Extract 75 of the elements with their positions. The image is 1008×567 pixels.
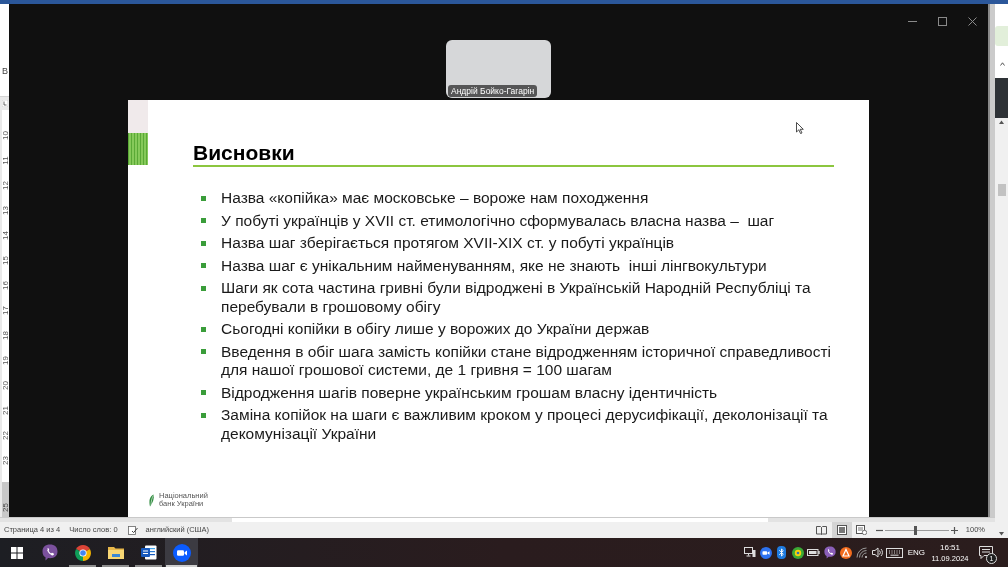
input-language[interactable]: ENG: [907, 547, 925, 558]
caret-icon[interactable]: [1000, 62, 1005, 66]
bullet-text: Назва шаг є унікальним найменуванням, яке не знають інші лінгвокультури: [221, 256, 768, 275]
accent-block: [128, 100, 148, 133]
bluetooth-icon[interactable]: [777, 546, 787, 559]
bullet-icon: [201, 263, 206, 268]
slide-title: Висновки: [193, 141, 296, 165]
scroll-down-icon[interactable]: [999, 532, 1004, 536]
ruler-number: 12: [2, 180, 9, 190]
bullet-icon: [201, 390, 206, 395]
scrollbar-thumb[interactable]: [997, 184, 1006, 196]
color-wheel-icon: [74, 544, 91, 561]
bullet-text: Відродження шагів поверне українським грошам власну ідентичність: [221, 383, 719, 402]
web-page-icon: [856, 525, 868, 535]
bullet-icon: [201, 285, 206, 291]
ruler-number: 25: [2, 503, 9, 512]
camera-circle-icon[interactable]: [759, 546, 772, 559]
close-icon[interactable]: [967, 16, 977, 26]
leaf-logo-icon: [148, 493, 155, 507]
ruler-number: 18: [2, 330, 9, 340]
battery-icon[interactable]: [807, 549, 821, 556]
ruler-number: 22: [2, 430, 9, 440]
zoom-slider[interactable]: [884, 525, 949, 535]
folder-icon: [107, 545, 124, 560]
ruler-number: 16: [2, 280, 9, 290]
zoom-in-icon[interactable]: [950, 526, 958, 534]
document-icon: [140, 545, 157, 560]
bullet-text: Сьогодні копійки в обігу лише у ворожих до України держав: [221, 320, 651, 339]
taskbar-button[interactable]: [165, 538, 198, 567]
keyboard-icon[interactable]: [886, 547, 904, 558]
speaker-icon[interactable]: [871, 547, 884, 558]
ruler-number: 13: [2, 205, 9, 215]
bullet-icon: [201, 349, 206, 354]
ruler-number: 20: [2, 380, 9, 390]
bullet-text: Заміна копійок на шаги є важливим кроком у процесі дерусифікації, деколонізації та декомунізації України: [221, 406, 829, 443]
bullet-text: Шаги як сота частина гривні були відроджені в Українській Народній Республіці та перебували в грошовому обігу: [221, 279, 812, 316]
message-icon: [979, 546, 993, 559]
slider-thumb[interactable]: [914, 525, 918, 535]
print-view-button[interactable]: [831, 522, 852, 538]
ruler-number: 19: [2, 355, 9, 365]
bullet-text: Введення в обіг шага замість копійки стане відродженням історичної справедливості для нашої грошової системи, де 1 гривня = 100 шагам: [221, 342, 833, 380]
page-icon: [836, 525, 847, 535]
page-check-icon[interactable]: [127, 525, 138, 535]
bullet-icon: [201, 218, 206, 223]
ruler-number: 11: [2, 155, 9, 165]
bullet-icon: [201, 195, 206, 201]
clock-time: 16:51: [940, 542, 960, 552]
participant-name: Андрій Бойко-Гагарін: [448, 85, 538, 97]
ruler-number: 15: [2, 255, 9, 265]
ribbon-label: В: [2, 66, 9, 76]
ruler-number: 17: [2, 305, 9, 315]
bullet-icon: [201, 412, 206, 418]
camera-circle-icon: [172, 543, 191, 562]
bullet-icon: [201, 326, 206, 332]
wifi-icon[interactable]: [855, 547, 868, 558]
scrollbar-thumb[interactable]: [232, 518, 768, 522]
ruler-number: 23: [2, 455, 9, 465]
bullet-icon: [201, 240, 206, 246]
ruler-number: 14: [2, 230, 9, 240]
phone-bubble-icon: [41, 544, 58, 561]
bullet-text: Назва шаг зберігається протягом XVII-XIX ст. у побуті українців: [221, 234, 676, 253]
scroll-up-icon[interactable]: [999, 120, 1004, 124]
ruler-number: 10: [2, 130, 9, 140]
triangle-circle-icon[interactable]: [839, 546, 852, 559]
accent-pattern: [128, 133, 148, 165]
maximize-icon[interactable]: [937, 16, 947, 26]
mouse-pointer-icon: [796, 122, 804, 134]
windows-logo-icon: [10, 546, 23, 559]
phone-bubble-icon[interactable]: [823, 546, 836, 559]
monitor-icon[interactable]: [743, 547, 756, 558]
bullet-text: У побуті українців у XVII ст. етимологічно сформувалась власна назва – шаг: [221, 211, 776, 230]
bullet-text: Назва «копійка» має московське – вороже нам походження: [221, 189, 650, 208]
disc-icon[interactable]: [791, 546, 804, 559]
book-icon: [816, 525, 828, 535]
ruler-number: 21: [2, 405, 9, 415]
